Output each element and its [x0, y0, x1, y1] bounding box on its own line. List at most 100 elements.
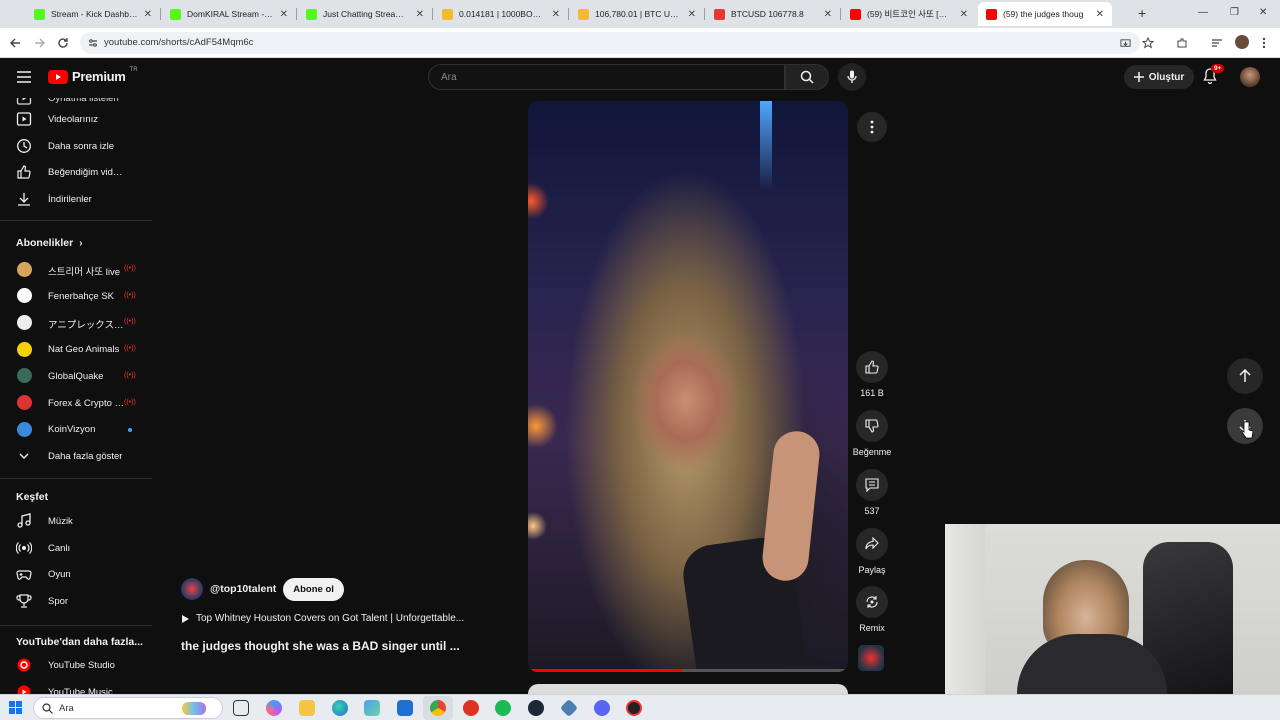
sidebar-item[interactable]: Oyun — [0, 561, 152, 587]
linked-video[interactable]: Top Whitney Houston Covers on Got Talent… — [181, 613, 464, 624]
youtube-logo[interactable]: Premium TR — [48, 67, 138, 84]
tab-close-icon[interactable]: ✕ — [280, 9, 288, 20]
tab-close-icon[interactable]: ✕ — [824, 9, 832, 20]
play-icon — [182, 614, 189, 623]
discord-icon[interactable] — [594, 700, 610, 716]
tab-close-icon[interactable]: ✕ — [552, 9, 560, 20]
reading-list-icon[interactable] — [1211, 37, 1223, 49]
store-icon[interactable] — [364, 700, 380, 716]
live-indicator-icon: ((•)) — [124, 265, 136, 272]
subscription-item[interactable]: GlobalQuake ((•)) — [0, 363, 152, 389]
app-icon[interactable] — [559, 698, 579, 718]
remix-action[interactable]: Remix — [852, 586, 892, 633]
copilot-sparkle-icon — [182, 702, 206, 715]
item-icon-wrap — [16, 341, 32, 357]
browser-menu-icon[interactable] — [1262, 37, 1266, 49]
hamburger-menu-icon[interactable] — [17, 71, 31, 83]
short-title[interactable]: the judges thought she was a BAD singer … — [181, 639, 460, 653]
sidebar-item[interactable]: YouTube Studio — [0, 652, 152, 678]
sidebar-item[interactable]: Spor — [0, 588, 152, 614]
sidebar-item[interactable]: Daha sonra izle — [0, 133, 152, 159]
thumbs-up-icon — [865, 360, 879, 374]
browser-tab[interactable]: 0.014181 | 1000BONKUSD ✕ — [434, 2, 568, 26]
channel-name[interactable]: @top10talent — [210, 583, 276, 595]
browser-tab[interactable]: (59) the judges thoug ✕ — [978, 2, 1112, 26]
browser-tab[interactable]: (59) 비트코인 사또 [비트 ✕ — [842, 2, 976, 26]
subscribe-button[interactable]: Abone ol — [283, 577, 344, 601]
restore-icon[interactable]: ❐ — [1230, 7, 1239, 18]
previous-short-button[interactable] — [1227, 358, 1263, 394]
youtube-icon — [850, 8, 861, 20]
tab-close-icon[interactable]: ✕ — [1096, 9, 1104, 20]
sidebar-item[interactable]: Videolarınız — [0, 106, 152, 132]
browser-tab[interactable]: Stream - Kick Dashboard ✕ — [26, 2, 160, 26]
profile-avatar[interactable] — [1235, 35, 1249, 49]
site-info-icon[interactable] — [88, 38, 98, 48]
copilot-icon[interactable] — [266, 700, 282, 716]
browser-tab[interactable]: BTCUSD 106778.8 ✕ — [706, 2, 840, 26]
mail-icon[interactable] — [397, 700, 413, 716]
taskbar-search[interactable]: Ara — [33, 697, 223, 719]
channel-avatar[interactable] — [181, 578, 203, 600]
sidebar-item[interactable]: Beğendiğim videolar — [0, 159, 152, 185]
task-view-icon[interactable] — [233, 700, 249, 716]
taskbar-search-placeholder: Ara — [59, 703, 74, 714]
chrome-icon[interactable] — [430, 700, 446, 716]
more-options-button[interactable] — [857, 112, 887, 142]
tab-close-icon[interactable]: ✕ — [688, 9, 696, 20]
create-button[interactable]: Oluştur — [1124, 65, 1194, 89]
search-button[interactable] — [785, 64, 829, 90]
voice-search-button[interactable] — [838, 63, 866, 91]
subscription-item[interactable]: Fenerbahçe SK ((•)) — [0, 283, 152, 309]
search-input[interactable]: Ara — [428, 64, 785, 90]
opera-icon[interactable] — [463, 700, 479, 716]
edge-icon[interactable] — [332, 700, 348, 716]
like-action[interactable]: 161 B — [852, 351, 892, 398]
minimize-icon[interactable]: — — [1198, 7, 1208, 18]
sidebar-item[interactable]: Müzik — [0, 508, 152, 534]
shorts-video[interactable] — [528, 101, 848, 672]
comments-action[interactable]: 537 — [852, 469, 892, 516]
account-avatar[interactable] — [1240, 67, 1260, 87]
subscription-item[interactable]: アニプレックス チャンネル((•)) — [0, 309, 152, 335]
item-icon-wrap — [16, 111, 32, 127]
sidebar-item[interactable]: Canlı — [0, 535, 152, 561]
tab-close-icon[interactable]: ✕ — [416, 9, 424, 20]
new-tab-button[interactable]: + — [1138, 5, 1146, 21]
address-bar[interactable]: youtube.com/shorts/cAdF54Mqm6c — [80, 32, 1140, 54]
show-more-button[interactable]: Daha fazla göster — [0, 443, 152, 469]
subscriptions-heading-label: Abonelikler — [16, 237, 74, 249]
install-app-icon[interactable] — [1120, 38, 1131, 49]
browser-tab[interactable]: 106,780.01 | BTC USDT | B ✕ — [570, 2, 704, 26]
file-explorer-icon[interactable] — [299, 700, 315, 716]
close-window-icon[interactable]: ✕ — [1259, 7, 1267, 18]
extensions-icon[interactable] — [1176, 37, 1188, 49]
dislike-action[interactable]: Beğenme — [852, 410, 892, 457]
arrow-up-icon — [1239, 369, 1251, 382]
back-icon[interactable] — [9, 37, 21, 49]
sound-thumbnail[interactable] — [858, 645, 884, 671]
tab-close-icon[interactable]: ✕ — [960, 9, 968, 20]
sidebar-item[interactable]: İndirilenler — [0, 186, 152, 212]
share-action[interactable]: Paylaş — [852, 528, 892, 575]
video-progress-bar[interactable] — [528, 669, 848, 672]
obs-icon[interactable] — [626, 700, 642, 716]
sidebar-item[interactable]: YouTube Music — [0, 679, 152, 694]
subscription-item[interactable]: 스트리머 사또 live ((•)) — [0, 256, 152, 282]
sidebar-item-label: Forex & Crypto Live — [48, 397, 126, 409]
channel-avatar — [16, 314, 32, 330]
windows-start-icon[interactable] — [9, 701, 22, 714]
tab-close-icon[interactable]: ✕ — [144, 9, 152, 20]
spotify-icon[interactable] — [495, 700, 511, 716]
subscriptions-heading[interactable]: Abonelikler › — [16, 237, 83, 249]
reload-icon[interactable] — [57, 37, 69, 49]
bookmark-star-icon[interactable] — [1142, 37, 1154, 49]
subscription-item[interactable]: Nat Geo Animals ((•)) — [0, 336, 152, 362]
forward-icon[interactable] — [34, 37, 46, 49]
steam-icon[interactable] — [528, 700, 544, 716]
notifications-button[interactable]: 9+ — [1203, 64, 1225, 86]
browser-tab[interactable]: Just Chatting Streaming - ✕ — [298, 2, 432, 26]
browser-tab[interactable]: DomKIRAL Stream - Watch ✕ — [162, 2, 296, 26]
subscription-item[interactable]: Forex & Crypto Live ((•)) — [0, 390, 152, 416]
mouse-cursor-icon — [1241, 421, 1253, 439]
